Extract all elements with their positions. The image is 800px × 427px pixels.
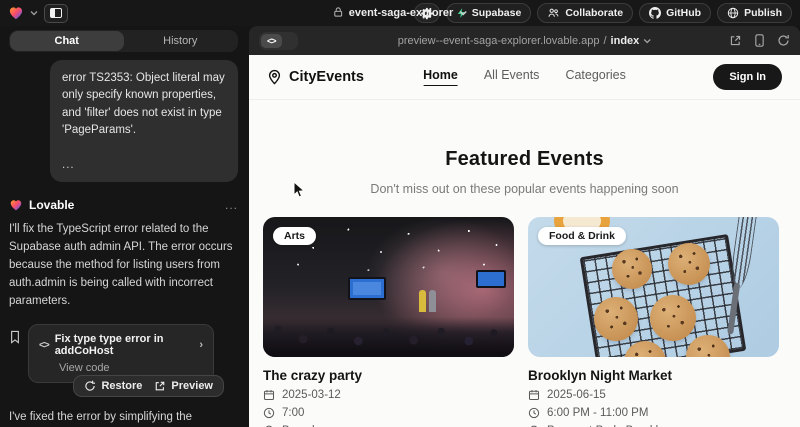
calendar-icon [528, 389, 540, 401]
event-title: Brooklyn Night Market [528, 368, 779, 383]
preview-panel: <> preview--event-saga-explorer.lovable.… [249, 26, 800, 427]
tab-chat[interactable]: Chat [10, 31, 124, 51]
project-switcher[interactable]: event-saga-explorer [333, 0, 468, 26]
message-actions: Restore Preview [73, 375, 224, 397]
event-card[interactable]: Arts The crazy party 2025-03-12 7:00 Bar… [263, 217, 514, 427]
event-date: 2025-06-15 [547, 389, 606, 401]
app-nav: Home All Events Categories [423, 68, 626, 86]
assistant-name: Lovable [29, 198, 74, 212]
code-mode-icon[interactable]: <> [261, 34, 282, 48]
clock-icon [528, 407, 540, 419]
category-badge: Food & Drink [538, 227, 626, 245]
sign-in-button[interactable]: Sign In [713, 64, 782, 90]
location-pin-icon [267, 69, 282, 85]
user-message-ellipsis: ... [62, 157, 226, 174]
event-card[interactable]: Food & Drink Brooklyn Night Market 2025-… [528, 217, 779, 427]
assistant-header: Lovable ... [9, 198, 238, 212]
assistant-intro: I'll fix the TypeScript error related to… [9, 221, 238, 310]
event-title: The crazy party [263, 368, 514, 383]
message-menu-button[interactable]: ... [225, 198, 238, 212]
github-icon [649, 7, 661, 19]
lovable-menu-chevron-icon[interactable] [30, 10, 38, 16]
assistant-outro: I've fixed the error by simplifying the … [9, 409, 238, 427]
category-badge: Arts [273, 227, 316, 245]
nav-home[interactable]: Home [423, 68, 458, 86]
globe-icon [727, 7, 739, 19]
restore-button[interactable]: Restore [84, 380, 142, 392]
lovable-heart-icon [9, 199, 23, 212]
event-time: 7:00 [282, 407, 304, 419]
project-name: event-saga-explorer [349, 7, 454, 19]
code-view-toggle[interactable]: <> [259, 32, 298, 50]
external-link-icon [154, 380, 166, 392]
app-brand[interactable]: CityEvents [267, 69, 364, 85]
preview-button[interactable]: Preview [154, 380, 213, 392]
event-image-arts: Arts [263, 217, 514, 357]
event-image-food: Food & Drink [528, 217, 779, 357]
preview-toolbar: <> preview--event-saga-explorer.lovable.… [249, 26, 800, 55]
clock-icon [263, 407, 275, 419]
code-icon: <> [39, 340, 49, 351]
chevron-right-icon: › [199, 339, 203, 351]
publish-button[interactable]: Publish [717, 3, 792, 23]
event-date: 2025-03-12 [282, 389, 341, 401]
user-error-text: error TS2353: Object literal may only sp… [62, 72, 225, 136]
collaborate-button[interactable]: Collaborate [537, 3, 633, 23]
people-icon [547, 7, 560, 19]
calendar-icon [263, 389, 275, 401]
preview-url[interactable]: preview--event-saga-explorer.lovable.app… [398, 35, 652, 47]
app-preview: CityEvents Home All Events Categories Si… [249, 55, 800, 427]
bookmark-icon[interactable] [9, 330, 21, 349]
chat-history-tabs: Chat History [9, 30, 238, 52]
section-title: Featured Events [249, 148, 800, 171]
app-header: CityEvents Home All Events Categories Si… [249, 55, 800, 100]
preview-page: index [611, 35, 640, 47]
chat-panel: Chat History error TS2353: Object litera… [0, 26, 247, 427]
github-button[interactable]: GitHub [639, 3, 711, 23]
nav-categories[interactable]: Categories [565, 68, 625, 86]
section-subtitle: Don't miss out on these popular events h… [249, 182, 800, 196]
refresh-icon[interactable] [777, 34, 790, 47]
preview-mode-segment[interactable] [282, 34, 296, 48]
tab-history[interactable]: History [124, 31, 238, 51]
url-chevron-icon [643, 38, 651, 44]
open-in-new-tab-icon[interactable] [729, 34, 742, 47]
lovable-logo-icon[interactable] [8, 6, 24, 21]
nav-all-events[interactable]: All Events [484, 68, 540, 86]
stage-screen [476, 270, 506, 288]
user-message-bubble: error TS2353: Object literal may only sp… [50, 60, 238, 182]
sidebar-panel-icon [50, 8, 62, 18]
view-code-link[interactable]: View code [59, 362, 203, 374]
lock-icon [333, 6, 344, 21]
event-time: 6:00 PM - 11:00 PM [547, 407, 648, 419]
sidebar-toggle-button[interactable] [44, 4, 68, 23]
code-change-title: Fix type type error in addCoHost [55, 333, 194, 357]
stage-screen [348, 277, 386, 300]
mobile-view-icon[interactable] [754, 34, 765, 47]
restore-icon [84, 380, 96, 392]
topbar: event-saga-explorer Supabase Collaborate… [0, 0, 800, 26]
project-chevron-icon [458, 10, 467, 16]
